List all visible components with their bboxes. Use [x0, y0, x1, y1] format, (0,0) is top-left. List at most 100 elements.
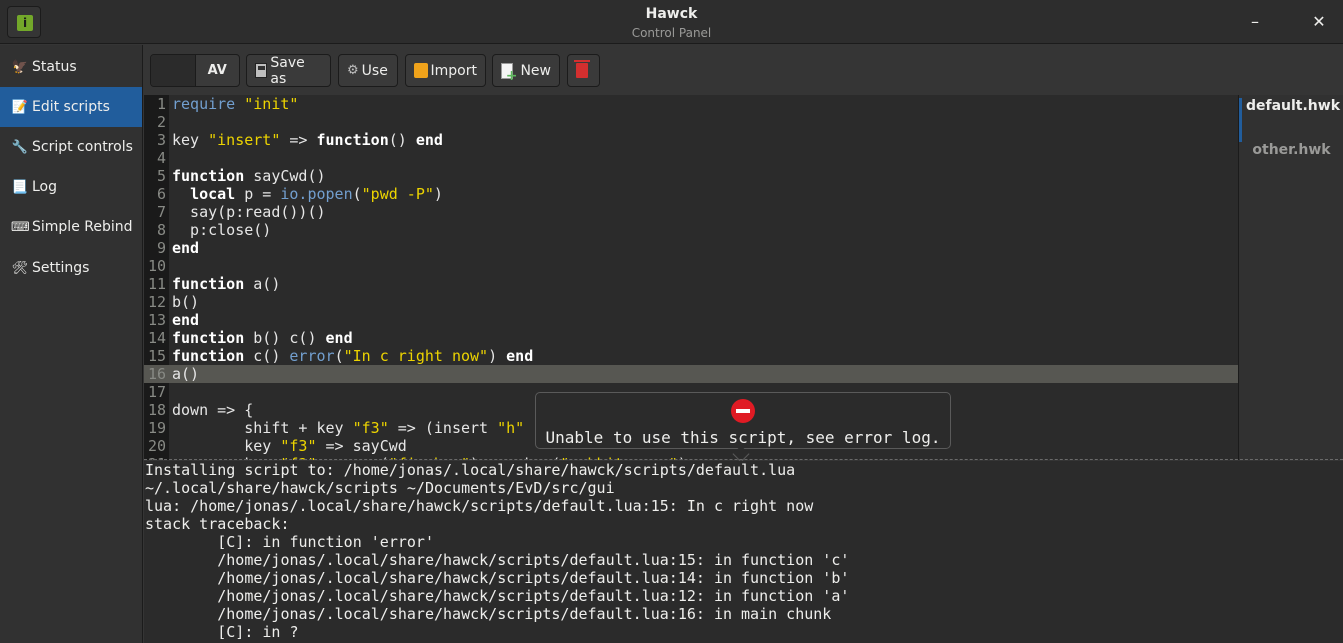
sidebar: 🦅 Status 📝 Edit scripts 🔧 Script control…	[0, 45, 143, 643]
edit-icon: 📝	[11, 99, 29, 115]
line-number: 14	[147, 329, 166, 347]
line-number: 7	[156, 203, 166, 221]
line-number: 2	[156, 113, 166, 131]
code-text: down => {	[172, 401, 254, 419]
code-text: end	[172, 239, 200, 257]
gears-icon: ⚙	[347, 63, 359, 78]
line-number: 19	[147, 419, 166, 437]
av-toggle[interactable]: AV	[150, 54, 240, 87]
eagle-icon: 🦅	[11, 59, 29, 75]
window-title: Hawck	[645, 6, 698, 22]
file-item-default[interactable]: default.hwk	[1239, 98, 1343, 142]
error-tooltip: Unable to use this script, see error log…	[535, 392, 951, 463]
keyboard-icon: ⌨	[11, 219, 30, 235]
code-text: key "insert" => function() end	[172, 131, 443, 149]
code-line[interactable]: 6 local p = io.popen("pwd -P")	[144, 185, 1238, 203]
log-line: [C]: in ?	[145, 623, 299, 641]
use-button[interactable]: ⚙ Use	[338, 54, 398, 87]
code-line[interactable]: 7 say(p:read())()	[144, 203, 1238, 221]
import-label: Import	[430, 62, 477, 79]
line-number: 13	[147, 311, 166, 329]
log-line: /home/jonas/.local/share/hawck/scripts/d…	[145, 587, 850, 605]
av-toggle-swatch	[151, 55, 196, 86]
delete-button[interactable]	[567, 54, 600, 87]
code-line[interactable]: 14 function b() c() end	[144, 329, 1238, 347]
code-text: end	[172, 311, 200, 329]
code-text: function a()	[172, 275, 281, 293]
tooltip-message: Unable to use this script, see error log…	[545, 428, 941, 447]
save-as-button[interactable]: Save as	[246, 54, 331, 87]
toolbar: AV Save as ⚙ Use Import New	[144, 45, 1343, 95]
code-line[interactable]: 5 function sayCwd()	[144, 167, 1238, 185]
header-bar: i Hawck Control Panel – ✕	[0, 0, 1343, 44]
minimize-button[interactable]: –	[1245, 12, 1265, 32]
script-file-list: default.hwk other.hwk	[1238, 95, 1343, 460]
code-line[interactable]: 10	[144, 257, 1238, 275]
line-number: 1	[156, 95, 166, 113]
sidebar-item-status[interactable]: 🦅 Status	[0, 47, 142, 87]
code-line[interactable]: 16 a()	[144, 365, 1238, 383]
new-button[interactable]: New	[492, 54, 560, 87]
line-number: 4	[156, 149, 166, 167]
new-file-icon	[501, 62, 518, 84]
file-item-other[interactable]: other.hwk	[1239, 142, 1343, 186]
code-line[interactable]: 15 function c() error("In c right now") e…	[144, 347, 1238, 365]
code-line[interactable]: 9 end	[144, 239, 1238, 257]
code-text: function sayCwd()	[172, 167, 326, 185]
save-as-label: Save as	[270, 54, 305, 87]
sidebar-item-script-controls[interactable]: 🔧 Script controls	[0, 127, 142, 167]
code-text: key "f3" => sayCwd	[172, 437, 407, 455]
line-number: 16	[147, 365, 166, 383]
wrench-icon: 🔧	[11, 139, 29, 155]
log-line: Installing script to: /home/jonas/.local…	[145, 461, 796, 479]
import-button[interactable]: Import	[405, 54, 486, 87]
code-text: local p = io.popen("pwd -P")	[190, 185, 443, 203]
log-line: [C]: in function 'error'	[145, 533, 434, 551]
code-line[interactable]: 11 function a()	[144, 275, 1238, 293]
line-number: 6	[156, 185, 166, 203]
code-line[interactable]: 3 key "insert" => function() end	[144, 131, 1238, 149]
code-text: function b() c() end	[172, 329, 353, 347]
line-number: 5	[156, 167, 166, 185]
av-label: AV	[207, 63, 227, 78]
code-text: function c() error("In c right now") end	[172, 347, 534, 365]
code-line[interactable]: 12 b()	[144, 293, 1238, 311]
new-label: New	[520, 62, 551, 79]
folder-icon	[414, 63, 428, 78]
sidebar-item-label: Status	[32, 59, 77, 75]
log-line: stack traceback:	[145, 515, 290, 533]
line-number: 3	[156, 131, 166, 149]
line-number: 8	[156, 221, 166, 239]
code-line[interactable]: 13 end	[144, 311, 1238, 329]
sidebar-item-log[interactable]: 📃 Log	[0, 167, 142, 207]
sidebar-item-simple-rebind[interactable]: ⌨ Simple Rebind	[0, 207, 142, 247]
line-number: 15	[147, 347, 166, 365]
log-line: /home/jonas/.local/share/hawck/scripts/d…	[145, 551, 850, 569]
close-button[interactable]: ✕	[1309, 12, 1329, 32]
log-line: /home/jonas/.local/share/hawck/scripts/d…	[145, 605, 832, 623]
code-text: say(p:read())()	[172, 203, 326, 221]
code-text: b()	[172, 293, 200, 311]
sidebar-item-label: Edit scripts	[32, 99, 110, 115]
sidebar-item-label: Script controls	[32, 139, 133, 155]
code-line[interactable]: 1 require "init"	[144, 95, 1238, 113]
line-number: 12	[147, 293, 166, 311]
log-line: lua: /home/jonas/.local/share/hawck/scri…	[145, 497, 814, 515]
log-line: ~/.local/share/hawck/scripts ~/Documents…	[145, 479, 615, 497]
sidebar-item-settings[interactable]: 🛠 Settings	[0, 248, 142, 288]
code-text: shift + key "f3" => (insert "h"	[172, 419, 525, 437]
tools-icon: 🛠	[11, 260, 29, 276]
line-number: 9	[156, 239, 166, 257]
sidebar-item-edit-scripts[interactable]: 📝 Edit scripts	[0, 87, 142, 127]
use-label: Use	[361, 62, 388, 79]
line-number: 10	[147, 257, 166, 275]
log-line: /home/jonas/.local/share/hawck/scripts/d…	[145, 569, 850, 587]
floppy-icon	[255, 63, 268, 78]
log-icon: 📃	[11, 179, 29, 195]
window-subtitle: Control Panel	[631, 26, 712, 40]
code-line[interactable]: 4	[144, 149, 1238, 167]
line-number: 11	[147, 275, 166, 293]
code-line[interactable]: 2	[144, 113, 1238, 131]
code-line[interactable]: 8 p:close()	[144, 221, 1238, 239]
code-text: a()	[172, 365, 200, 383]
